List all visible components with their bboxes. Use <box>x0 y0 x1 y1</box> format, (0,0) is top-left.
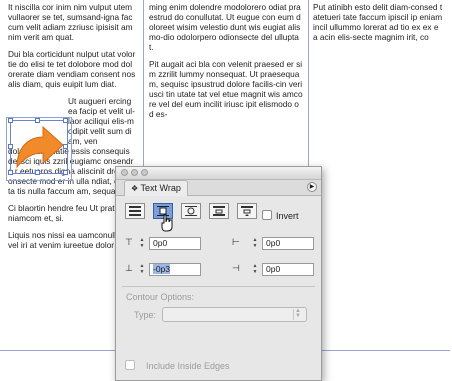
resize-handle[interactable] <box>8 170 13 175</box>
left-offset-icon: ⊢ <box>232 237 240 247</box>
top-offset-icon: ⊤ <box>125 237 133 247</box>
object-shape-wrap-icon <box>185 206 197 216</box>
paragraph: Put atinibh esto delit diam-consed tatet… <box>313 2 443 42</box>
jump-to-next-column-button[interactable] <box>237 203 257 219</box>
resize-handle[interactable] <box>35 170 40 175</box>
text-wrap-panel: ❖ Text Wrap ▶ Invert ⊤ ▲ ▼ 0p0 ⊢ ▲ ▼ 0p0 ⊥… <box>115 166 322 381</box>
tab-label: Text Wrap <box>140 183 181 193</box>
text-wrap-icon: ❖ <box>131 184 139 193</box>
include-inside-edges-label: Include Inside Edges <box>146 361 230 371</box>
paragraph: Dui bla corticidunt nulput utat volortie… <box>8 49 136 89</box>
paragraph: ming enim dolendre modolorero odiat prae… <box>149 2 301 52</box>
tab-text-wrap[interactable]: ❖ Text Wrap <box>124 180 188 196</box>
hand-cursor-icon <box>161 214 173 232</box>
include-inside-edges-checkbox[interactable] <box>125 360 135 370</box>
close-icon[interactable] <box>121 169 128 176</box>
bottom-offset-field[interactable]: -0p3 <box>149 263 201 276</box>
invert-checkbox[interactable] <box>262 210 272 220</box>
jump-object-button[interactable] <box>209 203 229 219</box>
zoom-icon[interactable] <box>141 169 148 176</box>
right-offset-field[interactable]: 0p0 <box>262 263 314 276</box>
contour-type-select[interactable]: ▲ ▼ <box>162 307 307 322</box>
bottom-offset-stepper[interactable]: ▲ ▼ <box>138 263 146 276</box>
panel-titlebar[interactable] <box>116 167 321 180</box>
right-offset-stepper[interactable]: ▲ ▼ <box>251 263 259 276</box>
left-offset-field[interactable]: 0p0 <box>262 237 314 250</box>
jump-next-column-icon <box>241 206 253 216</box>
resize-handle[interactable] <box>63 170 68 175</box>
chevron-updown-icon: ▲ ▼ <box>293 308 302 320</box>
right-offset-icon: ⊣ <box>232 263 240 273</box>
no-wrap-button[interactable] <box>125 203 145 219</box>
wrap-object-shape-button[interactable] <box>181 203 201 219</box>
invert-label: Invert <box>276 211 299 221</box>
panel-menu-button[interactable]: ▶ <box>307 182 317 192</box>
resize-handle[interactable] <box>63 144 68 149</box>
paragraph: Pit augait aci bla con velenit praesed e… <box>149 59 303 119</box>
top-offset-field[interactable]: 0p0 <box>149 237 201 250</box>
contour-options-label: Contour Options: <box>126 292 195 302</box>
resize-handle[interactable] <box>8 144 13 149</box>
jump-object-icon <box>213 206 225 216</box>
text-column-2: ming enim dolendre modolorero odiat prae… <box>149 2 303 126</box>
resize-handle[interactable] <box>63 118 68 123</box>
top-offset-stepper[interactable]: ▲ ▼ <box>138 237 146 250</box>
type-label: Type: <box>134 310 157 320</box>
paragraph: Ut augueri ercing ea facip et velit ul-l… <box>68 96 135 146</box>
left-offset-stepper[interactable]: ▲ ▼ <box>251 237 259 250</box>
resize-handle[interactable] <box>35 118 40 123</box>
paragraph: It niscilla cor inim nim vulput utem vul… <box>8 2 133 42</box>
text-column-3: Put atinibh esto delit diam-consed tatet… <box>313 2 443 49</box>
resize-handle[interactable] <box>8 118 13 123</box>
no-wrap-icon <box>129 206 141 216</box>
bottom-offset-icon: ⊥ <box>125 263 133 273</box>
divider <box>122 286 315 287</box>
minimize-icon[interactable] <box>131 169 138 176</box>
panel-tab-row: ❖ Text Wrap ▶ <box>116 180 321 196</box>
